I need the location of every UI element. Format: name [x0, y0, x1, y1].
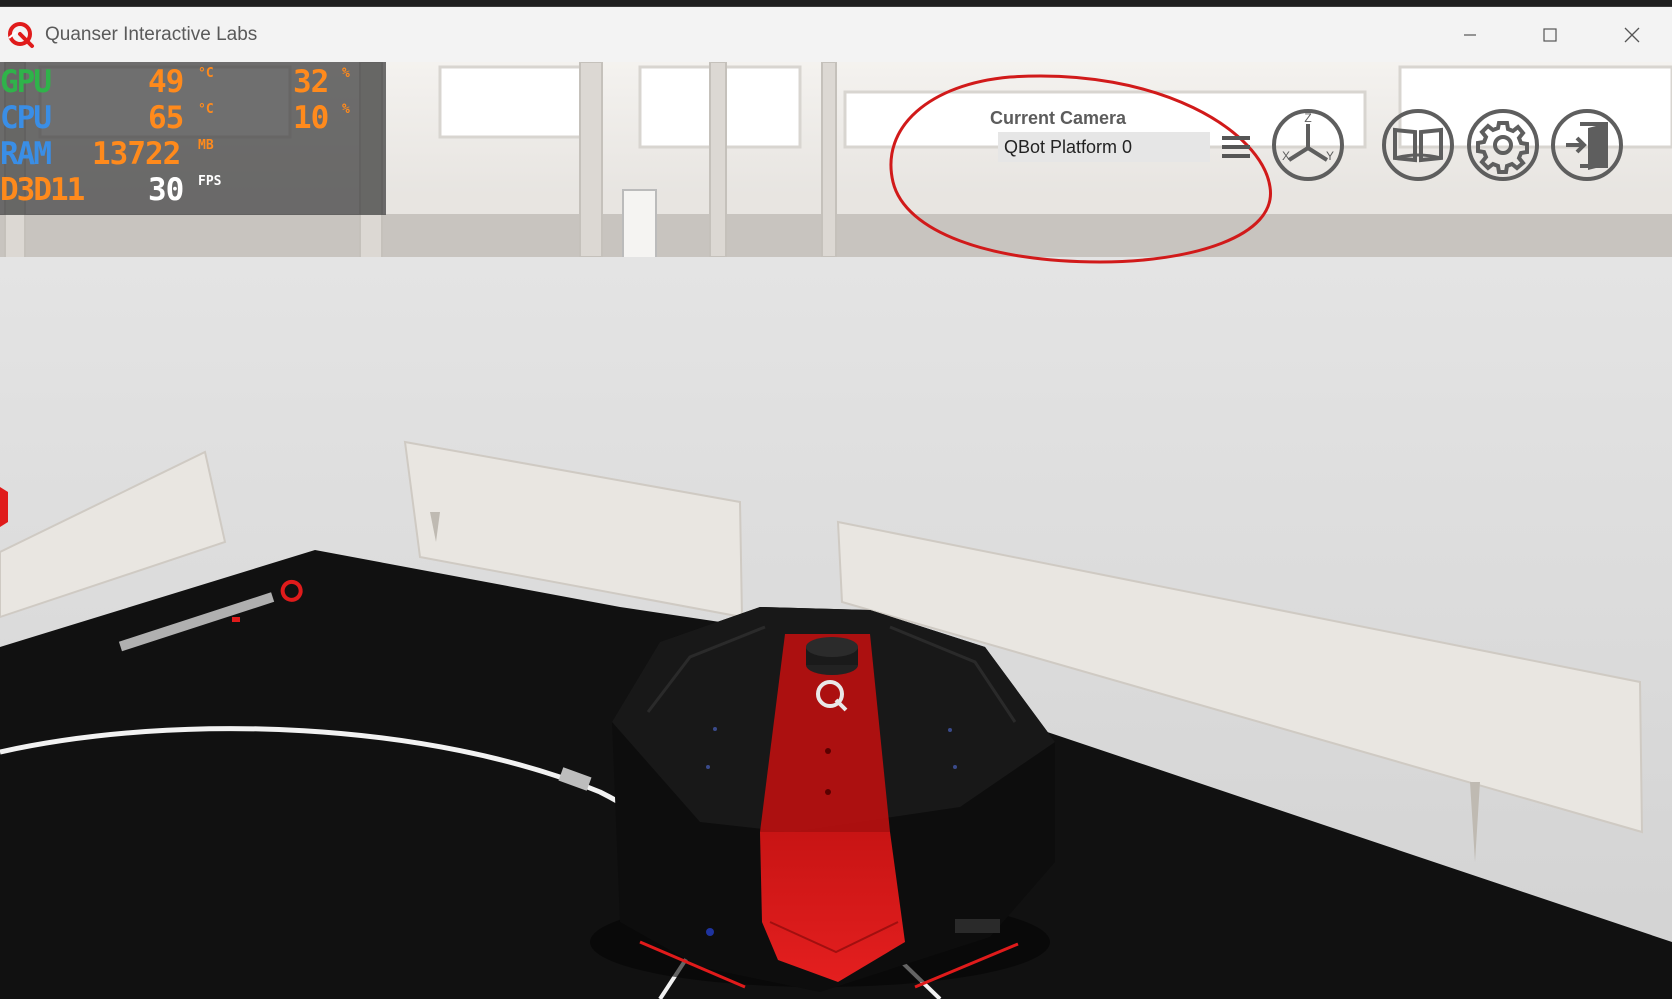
perf-unit: °C — [198, 102, 214, 117]
app-window: Quanser Interactive Labs GPU 49 °C 32 % … — [0, 6, 1672, 999]
maximize-icon — [1543, 28, 1557, 42]
axis-z-label: Z — [1304, 111, 1311, 125]
perf-row-fps: D3D11 30 FPS — [0, 172, 386, 208]
axis-y-label: Y — [1326, 149, 1334, 163]
perf-value: 65 — [148, 100, 184, 136]
close-icon — [1624, 27, 1640, 43]
perf-label: GPU — [0, 64, 52, 100]
perf-row-cpu: CPU 65 °C 10 % — [0, 100, 386, 136]
close-button[interactable] — [1602, 17, 1662, 53]
performance-overlay: GPU 49 °C 32 % CPU 65 °C 10 % RAM 13722 … — [0, 62, 386, 215]
perf-unit: MB — [198, 138, 214, 153]
perf-value: 32 — [293, 64, 329, 100]
title-bar[interactable]: Quanser Interactive Labs — [0, 7, 1672, 62]
perf-row-ram: RAM 13722 MB — [0, 136, 386, 172]
quanser-logo-icon — [8, 22, 34, 48]
maximize-button[interactable] — [1520, 17, 1580, 53]
perf-unit: FPS — [198, 174, 222, 189]
qbot-robot — [590, 607, 1055, 992]
minimize-icon — [1464, 34, 1476, 36]
minimize-button[interactable] — [1440, 17, 1500, 53]
camera-dropdown[interactable]: QBot Platform 0 — [998, 132, 1210, 162]
camera-label: Current Camera — [990, 108, 1127, 128]
perf-value: 49 — [148, 64, 184, 100]
simulation-viewport[interactable]: GPU 49 °C 32 % CPU 65 °C 10 % RAM 13722 … — [0, 62, 1672, 999]
exit-icon[interactable] — [1550, 108, 1624, 182]
camera-menu-icon[interactable] — [1220, 132, 1252, 162]
perf-label: RAM — [0, 136, 52, 172]
perf-label: D3D11 — [0, 172, 85, 208]
perf-unit: °C — [198, 66, 214, 81]
perf-label: CPU — [0, 100, 52, 136]
perf-row-gpu: GPU 49 °C 32 % — [0, 64, 386, 100]
gear-icon[interactable] — [1466, 108, 1540, 182]
axis-x-label: X — [1282, 149, 1290, 163]
perf-unit: % — [342, 66, 350, 81]
window-title: Quanser Interactive Labs — [45, 24, 258, 45]
xyz-axes-icon[interactable]: Z X Y — [1271, 108, 1345, 182]
perf-value: 13722 — [92, 136, 181, 172]
perf-value: 30 — [148, 172, 184, 208]
book-icon[interactable] — [1381, 108, 1455, 182]
perf-unit: % — [342, 102, 350, 117]
perf-value: 10 — [293, 100, 329, 136]
